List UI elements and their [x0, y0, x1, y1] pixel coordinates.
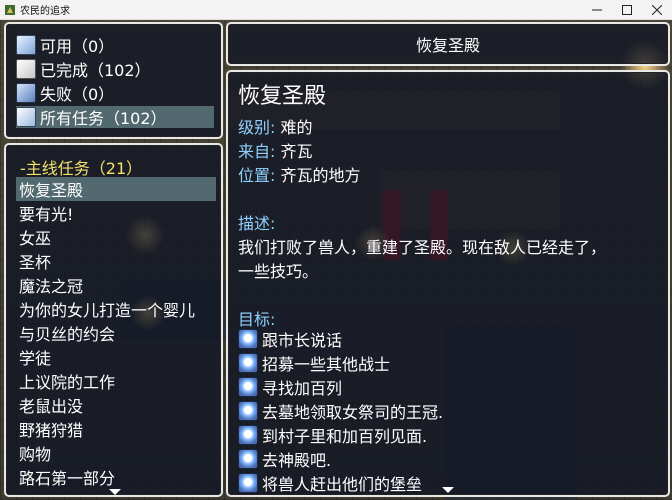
- location-value: 齐瓦的地方: [280, 166, 361, 185]
- objective-text: 去神殿吧.: [262, 451, 332, 470]
- rank-label: 级别:: [238, 118, 276, 137]
- quest-list-item[interactable]: 圣杯: [16, 249, 216, 273]
- all-quests-icon: [16, 107, 36, 127]
- objective-text: 去墓地领取女祭司的王冠.: [262, 403, 444, 422]
- objective-orb-icon: [238, 401, 258, 421]
- quest-list-item[interactable]: 学徒: [16, 345, 216, 369]
- category-label: 可用（0）: [40, 37, 115, 56]
- failed-quest-icon: [16, 83, 36, 103]
- category-failed[interactable]: 失败（0）: [16, 82, 214, 104]
- objective-orb-icon: [238, 473, 258, 493]
- objective-orb-icon: [238, 353, 258, 373]
- objective-item: 去墓地领取女祭司的王冠.: [238, 400, 443, 422]
- category-completed[interactable]: 已完成（102）: [16, 58, 214, 80]
- location-label: 位置:: [238, 166, 276, 185]
- quest-rank: 级别: 难的: [238, 114, 313, 138]
- quest-list-item[interactable]: 野猪狩猎: [16, 417, 216, 441]
- open-quest-icon: [16, 35, 36, 55]
- scroll-down-arrow-icon[interactable]: [109, 489, 121, 495]
- quest-detail-window: 恢复圣殿 级别: 难的 来自: 齐瓦 位置: 齐瓦的地方 描述: 我们打败了兽人…: [226, 70, 670, 497]
- quest-list-item[interactable]: 恢复圣殿: [16, 177, 216, 201]
- close-icon: [652, 4, 662, 15]
- description-line: 我们打败了兽人，重建了圣殿。现在敌人已经走了，: [238, 238, 607, 257]
- quest-list-item[interactable]: 老鼠出没: [16, 393, 216, 417]
- objective-text: 将兽人赶出他们的堡垒: [262, 475, 423, 494]
- quest-list-item[interactable]: 为你的女儿打造一个婴儿: [16, 297, 216, 321]
- minimize-button[interactable]: [582, 0, 612, 20]
- close-button[interactable]: [642, 0, 672, 20]
- quest-location: 位置: 齐瓦的地方: [238, 162, 361, 186]
- quest-list-item[interactable]: 购物: [16, 441, 216, 465]
- quest-list-item[interactable]: 与贝丝的约会: [16, 321, 216, 345]
- category-available[interactable]: 可用（0）: [16, 34, 214, 56]
- objective-text: 跟市长说话: [262, 331, 343, 350]
- quest-list-item[interactable]: 要有光!: [16, 201, 216, 225]
- scroll-down-arrow-icon[interactable]: [442, 487, 454, 493]
- minimize-icon: [592, 9, 602, 10]
- objective-item: 寻找加百列: [238, 376, 342, 398]
- description-line: 一些技巧。: [238, 262, 319, 281]
- category-all-quests[interactable]: 所有任务（102）: [16, 106, 214, 128]
- completed-quest-icon: [16, 59, 36, 79]
- from-label: 来自:: [238, 142, 276, 161]
- quest-detail-title: 恢复圣殿: [238, 84, 327, 109]
- objective-text: 到村子里和加百列见面.: [262, 427, 428, 446]
- objective-item: 招募一些其他战士: [238, 352, 390, 374]
- window-title: 农民的追求: [20, 6, 70, 17]
- category-label: 已完成（102）: [40, 61, 151, 80]
- quest-list-item[interactable]: 女巫: [16, 225, 216, 249]
- objective-item: 跟市长说话: [238, 328, 342, 350]
- objective-item: 到村子里和加百列见面.: [238, 424, 427, 446]
- maximize-icon: [622, 4, 632, 15]
- objective-orb-icon: [238, 329, 258, 349]
- objective-orb-icon: [238, 425, 258, 445]
- quest-list-item[interactable]: 路石第一部分: [16, 465, 216, 489]
- objective-item: 将兽人赶出他们的堡垒: [238, 472, 422, 494]
- quest-list-item[interactable]: 魔法之冠: [16, 273, 216, 297]
- description-label: 描述:: [238, 214, 276, 233]
- category-label: 失败（0）: [40, 85, 115, 104]
- quest-list-item[interactable]: 上议院的工作: [16, 369, 216, 393]
- quest-list-window: -主线任务（21） 恢复圣殿 要有光! 女巫 圣杯 魔法之冠 为你的女儿打造一个…: [4, 143, 223, 497]
- category-label: 所有任务（102）: [40, 109, 167, 128]
- objective-orb-icon: [238, 377, 258, 397]
- maximize-button[interactable]: [612, 0, 642, 20]
- objective-orb-icon: [238, 449, 258, 469]
- objective-text: 寻找加百列: [262, 379, 343, 398]
- quest-from: 来自: 齐瓦: [238, 138, 313, 162]
- quest-header-title: 恢复圣殿: [415, 36, 480, 55]
- app-icon: [5, 4, 15, 15]
- quest-category-window: 可用（0） 已完成（102） 失败（0） 所有任务（102）: [4, 22, 223, 139]
- from-value: 齐瓦: [280, 142, 313, 161]
- quest-header-window: 恢复圣殿: [226, 22, 670, 66]
- objective-text: 招募一些其他战士: [262, 355, 391, 374]
- window-title-bar: 农民的追求: [0, 0, 672, 20]
- quest-group-title[interactable]: -主线任务（21）: [20, 155, 142, 179]
- objective-item: 去神殿吧.: [238, 448, 331, 470]
- rank-value: 难的: [280, 118, 313, 137]
